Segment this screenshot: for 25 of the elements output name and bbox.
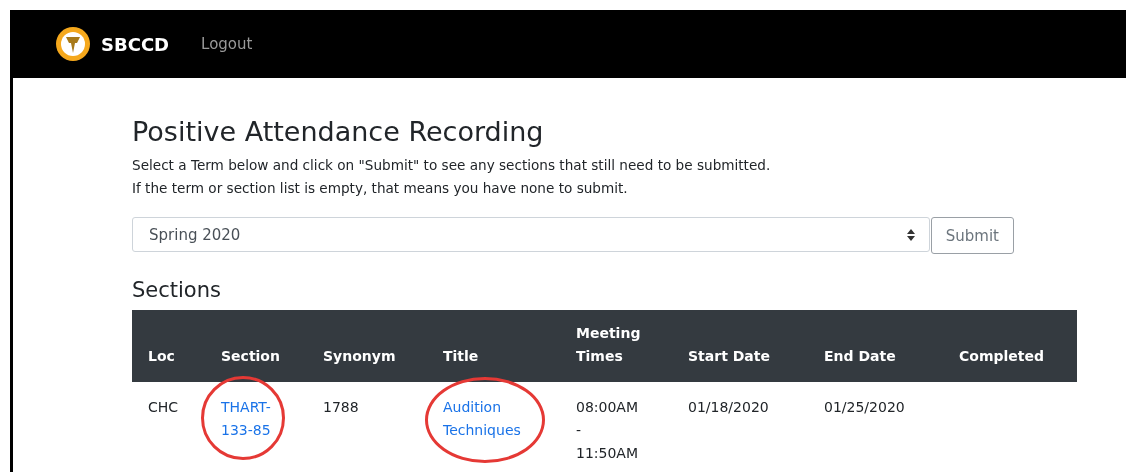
column-header: Meeting Times — [560, 309, 672, 382]
column-header: Completed — [943, 309, 1077, 382]
term-select[interactable]: Spring 2020 — [132, 217, 930, 253]
column-header: End Date — [808, 309, 943, 382]
column-header: Loc — [132, 309, 205, 382]
table-cell-text: 08:00AM - 11:50AM — [576, 397, 639, 463]
table-cell-text: CHC — [148, 397, 179, 417]
table-cell-text: 01/18/2020 — [688, 397, 769, 417]
column-header: Start Date — [672, 309, 808, 382]
table-cell-text: 01/25/2020 — [824, 397, 905, 417]
description-text: If the term or section list is empty, that means you have none to submit. — [132, 179, 629, 199]
updown-arrow-icon — [906, 228, 915, 241]
logout-link[interactable]: Logout — [201, 35, 253, 53]
section-link[interactable]: THART-133-85 — [221, 395, 281, 442]
description-text: Select a Term below and click on "Submit" to see any sections that still need to be submitted. — [132, 156, 772, 176]
logo-icon[interactable] — [55, 26, 91, 62]
brand-link[interactable]: SBCCD — [101, 33, 170, 55]
column-header: Section — [205, 309, 307, 382]
table-cell-text: 1788 — [323, 397, 359, 417]
column-header: Synonym — [307, 309, 427, 382]
page-title: Positive Attendance Recording — [132, 116, 545, 149]
section-heading: Sections — [132, 278, 222, 304]
column-header: Title — [427, 309, 560, 382]
section-link[interactable]: Audition Techniques — [443, 395, 556, 442]
submit-button[interactable]: Submit — [930, 217, 1014, 255]
